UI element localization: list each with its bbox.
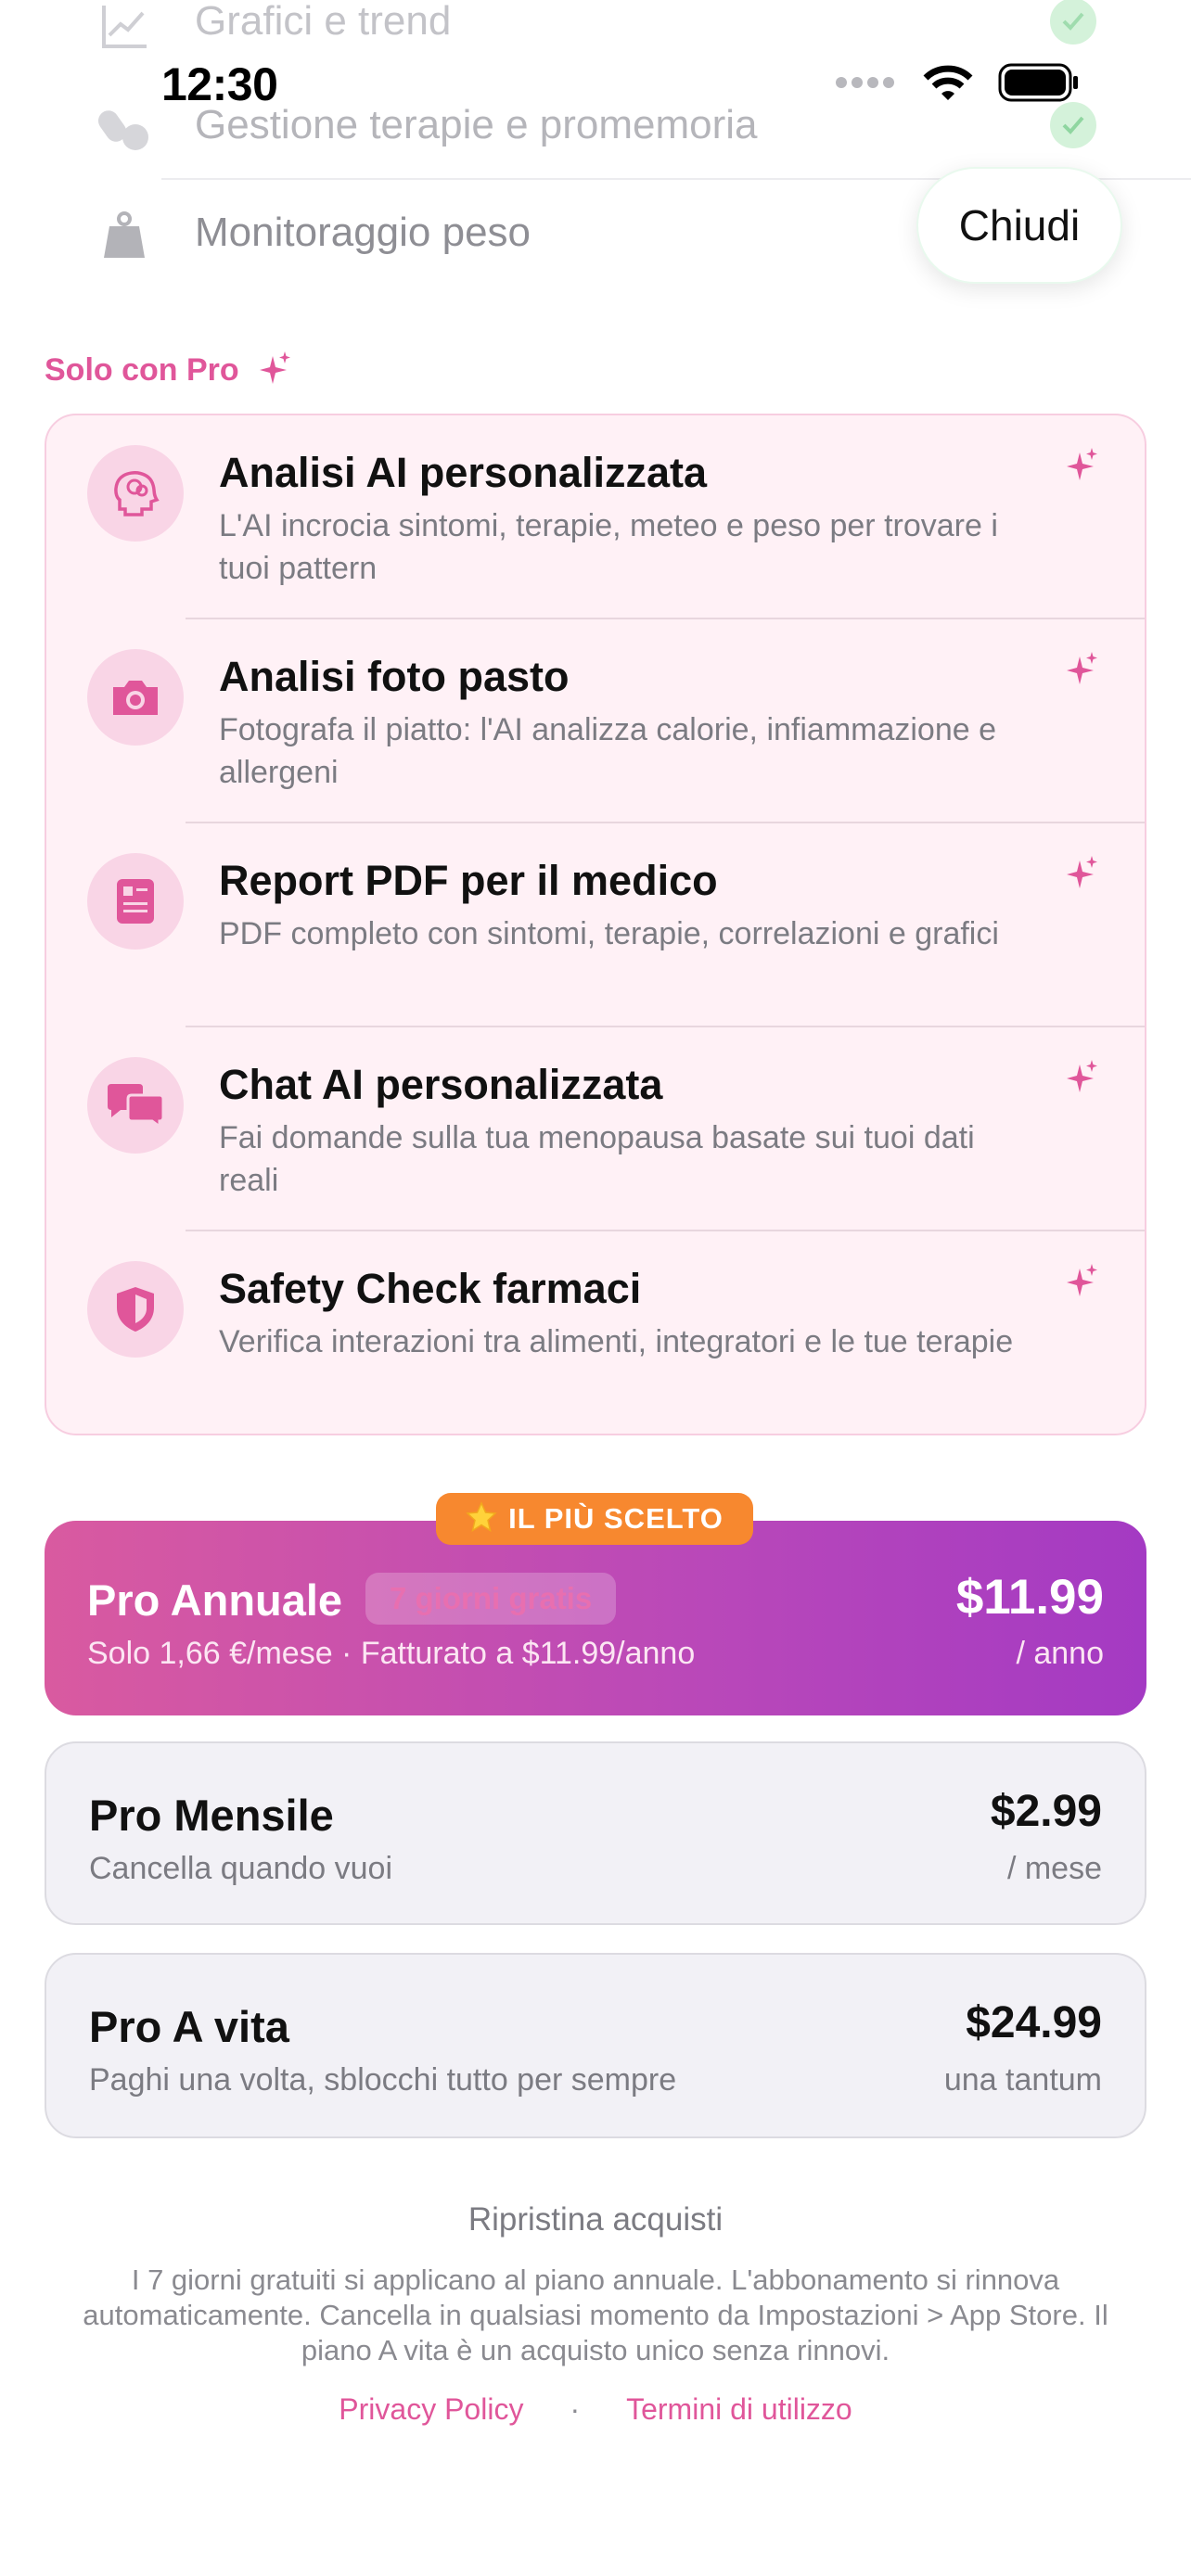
pro-feature-item: Analisi foto pasto Fotografa il piatto: … — [46, 619, 1145, 823]
badge-label: IL PIÙ SCELTO — [508, 1502, 724, 1535]
plan-name: Pro Mensile — [89, 1791, 334, 1840]
plan-period: / anno — [1016, 1636, 1104, 1671]
pro-feature-desc: Fotografa il piatto: l'AI analizza calor… — [219, 712, 997, 790]
free-feature-label: Gestione terapie e promemoria — [195, 102, 758, 147]
free-feature-label: Grafici e trend — [195, 0, 452, 44]
check-icon — [1050, 102, 1096, 148]
sparkle-icon — [259, 351, 291, 390]
pro-feature-item: Analisi AI personalizzata L'AI incrocia … — [46, 415, 1145, 619]
plan-subtitle: Cancella quando vuoi — [89, 1851, 393, 1886]
chart-icon — [96, 0, 152, 54]
trial-badge: 7 giorni gratis — [365, 1573, 617, 1625]
pro-feature-title: Safety Check farmaci — [219, 1265, 642, 1312]
scale-icon — [96, 208, 152, 263]
trial-label: 7 giorni gratis — [390, 1581, 593, 1615]
free-feature-label: Monitoraggio peso — [195, 210, 531, 255]
plan-subtitle: Paghi una volta, sblocchi tutto per semp… — [89, 2062, 677, 2098]
legal-text: I 7 giorni gratuiti si applicano al pian… — [83, 2264, 1108, 2366]
pro-feature-item: Chat AI personalizzata Fai domande sulla… — [46, 1027, 1145, 1231]
camera-icon — [87, 649, 184, 746]
plan-price: $24.99 — [966, 1998, 1102, 2047]
battery-icon — [998, 63, 1080, 107]
chat-bubbles-icon — [87, 1057, 184, 1154]
most-popular-badge: IL PIÙ SCELTO — [436, 1493, 753, 1545]
document-icon — [87, 853, 184, 950]
plan-annual-option[interactable]: Pro Annuale 7 giorni gratis Solo 1,66 €/… — [45, 1521, 1146, 1715]
plan-lifetime-option[interactable]: Pro A vita Paghi una volta, sblocchi tut… — [45, 1953, 1146, 2138]
shield-icon — [87, 1261, 184, 1358]
sparkle-icon — [1067, 855, 1098, 895]
sparkle-icon — [1067, 447, 1098, 487]
restore-purchases-button[interactable]: Ripristina acquisti — [0, 2201, 1191, 2238]
link-separator: · — [570, 2392, 581, 2426]
pro-feature-desc: Verifica interazioni tra alimenti, integ… — [219, 1324, 1014, 1359]
footer-links: Privacy Policy · Termini di utilizzo — [0, 2392, 1191, 2427]
plan-price: $11.99 — [955, 1570, 1104, 1625]
sparkle-icon — [1067, 1263, 1098, 1303]
pro-feature-title: Chat AI personalizzata — [219, 1061, 663, 1108]
plan-period: / mese — [1006, 1851, 1102, 1886]
free-features-list: Grafici e trend Gestione terapie e prome… — [0, 0, 1191, 334]
close-button-label: Chiudi — [958, 201, 1081, 249]
brain-icon — [87, 445, 184, 542]
pro-features-card: Analisi AI personalizzata L'AI incrocia … — [45, 414, 1146, 1435]
status-icons — [835, 63, 1080, 107]
sparkle-icon — [1067, 651, 1098, 691]
terms-link[interactable]: Termini di utilizzo — [626, 2392, 852, 2427]
pro-section-header: Solo con Pro — [45, 351, 291, 390]
plan-monthly-option[interactable]: Pro Mensile Cancella quando vuoi $2.99 /… — [45, 1741, 1146, 1925]
signal-dots-icon — [835, 76, 898, 94]
pro-section-title: Solo con Pro — [45, 352, 239, 388]
star-icon — [466, 1500, 497, 1537]
pro-feature-desc: Fai domande sulla tua menopausa basate s… — [219, 1120, 975, 1198]
plan-subtitle: Solo 1,66 €/mese · Fatturato a $11.99/an… — [87, 1636, 696, 1671]
plan-price: $2.99 — [990, 1787, 1102, 1836]
close-button[interactable]: Chiudi — [916, 167, 1122, 284]
plan-name: Pro A vita — [89, 2002, 289, 2051]
pro-feature-title: Analisi foto pasto — [219, 653, 570, 700]
pro-feature-desc: L'AI incrocia sintomi, terapie, meteo e … — [219, 508, 998, 586]
pro-feature-title: Analisi AI personalizzata — [219, 449, 707, 496]
plan-name: Pro Annuale — [87, 1575, 343, 1625]
pills-icon — [96, 100, 152, 156]
pro-feature-item: Safety Check farmaci Verifica interazion… — [46, 1231, 1145, 1434]
pro-feature-item: Report PDF per il medico PDF completo co… — [46, 823, 1145, 1027]
wifi-icon — [922, 63, 974, 107]
pro-feature-title: Report PDF per il medico — [219, 857, 718, 904]
pro-feature-desc: PDF completo con sintomi, terapie, corre… — [219, 916, 999, 951]
plan-period: una tantum — [943, 2062, 1102, 2098]
sparkle-icon — [1067, 1059, 1098, 1099]
check-icon — [1050, 0, 1096, 45]
status-time: 12:30 — [161, 58, 278, 110]
privacy-policy-link[interactable]: Privacy Policy — [339, 2392, 523, 2427]
